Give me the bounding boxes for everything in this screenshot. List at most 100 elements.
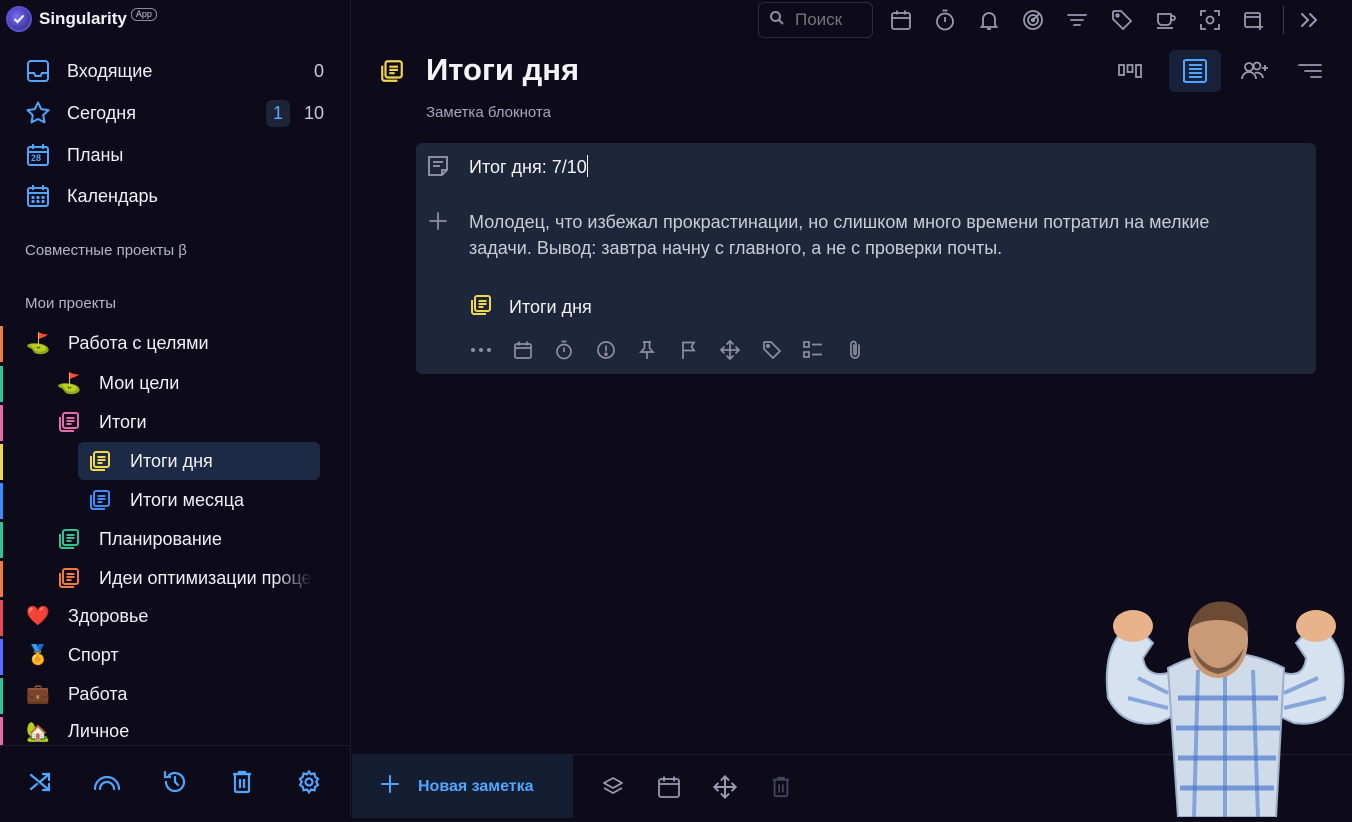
rainbow-icon[interactable] <box>91 766 123 798</box>
sort-lines-icon[interactable] <box>1284 50 1336 92</box>
toolbar-separator <box>1283 6 1284 34</box>
project-color-stripe <box>0 444 3 480</box>
tag-icon[interactable] <box>1106 4 1138 36</box>
calendar-icon[interactable] <box>511 338 535 362</box>
nav-calendar[interactable]: Календарь <box>24 181 330 211</box>
inbox-icon <box>24 57 52 85</box>
project-label: Работа <box>68 683 128 704</box>
project-label: Спорт <box>68 644 119 665</box>
project-work[interactable]: 💼 Работа <box>26 678 326 710</box>
more-dots-icon[interactable] <box>469 338 493 362</box>
project-sport[interactable]: 🏅 Спорт <box>26 639 326 671</box>
pin-icon[interactable] <box>635 338 659 362</box>
project-results[interactable]: Итоги <box>57 406 327 438</box>
project-color-stripe <box>0 678 3 714</box>
nav-inbox[interactable]: Входящие 0 <box>24 56 330 86</box>
project-daily-results[interactable]: Итоги дня <box>78 442 320 480</box>
golf-flag-icon: ⛳ <box>57 372 82 395</box>
project-label: Итоги месяца <box>130 489 245 510</box>
note-card[interactable]: Итог дня: 7/10 Молодец, что избежал прок… <box>416 143 1316 374</box>
project-color-stripe <box>0 717 3 745</box>
notebook-icon <box>88 449 112 473</box>
shared-projects-title[interactable]: Совместные проекты β <box>25 242 187 259</box>
project-goals-work[interactable]: ⛳ Работа с целями <box>26 327 326 359</box>
my-projects-title[interactable]: Мои проекты <box>25 295 116 312</box>
tag-icon[interactable] <box>760 338 784 362</box>
filter-icon[interactable] <box>1061 4 1093 36</box>
add-people-icon[interactable] <box>1229 50 1281 92</box>
nav-today-label: Сегодня <box>67 102 136 123</box>
new-note-label: Новая заметка <box>418 777 534 795</box>
focus-scan-icon[interactable] <box>1194 4 1226 36</box>
medal-icon: 🏅 <box>26 645 50 666</box>
radar-icon[interactable] <box>1017 4 1049 36</box>
project-color-stripe <box>0 483 3 519</box>
kanban-view-icon[interactable] <box>1104 50 1156 92</box>
project-optimization-ideas[interactable]: Идеи оптимизации процессов <box>57 562 313 594</box>
calendar-icon[interactable] <box>654 772 684 802</box>
app-badge: App <box>130 7 157 21</box>
note-body[interactable]: Молодец, что избежал прокрастинации, но … <box>469 209 1269 261</box>
app-brand[interactable]: Singularity App <box>6 5 157 33</box>
paperclip-icon[interactable] <box>843 338 867 362</box>
project-health[interactable]: ❤️ Здоровье <box>26 600 326 632</box>
notebook-icon <box>88 488 112 512</box>
note-type-icon <box>426 153 450 179</box>
search-field[interactable] <box>758 2 873 38</box>
star-icon <box>24 99 52 127</box>
project-label: Личное <box>68 721 130 741</box>
nav-inbox-label: Входящие <box>67 60 153 81</box>
note-parent-link[interactable]: Итоги дня <box>469 293 592 322</box>
sidebar-footer <box>0 745 351 817</box>
note-title: Итог дня: 7/10 <box>469 157 587 177</box>
trash-icon[interactable] <box>226 766 258 798</box>
project-color-stripe <box>0 326 3 362</box>
nav-plans[interactable]: 28 Планы <box>24 140 330 170</box>
project-label: Итоги <box>99 411 147 432</box>
project-monthly-results[interactable]: Итоги месяца <box>88 484 328 516</box>
project-label: Планирование <box>99 528 222 549</box>
project-my-goals[interactable]: ⛳ Мои цели <box>57 367 327 399</box>
project-color-stripe <box>0 522 3 558</box>
briefcase-icon: 💼 <box>26 684 50 705</box>
timer-icon[interactable] <box>929 4 961 36</box>
coffee-cup-icon[interactable] <box>1150 4 1182 36</box>
mascot-illustration <box>1098 598 1352 822</box>
settings-gear-icon[interactable] <box>293 766 325 798</box>
project-label: Здоровье <box>68 605 149 626</box>
history-icon[interactable] <box>159 766 191 798</box>
nav-today[interactable]: Сегодня 1 10 <box>24 98 330 128</box>
app-name: Singularity <box>39 9 127 28</box>
bell-icon[interactable] <box>973 4 1005 36</box>
calendar-filter-icon[interactable] <box>885 4 917 36</box>
golf-flag-icon: ⛳ <box>26 332 51 355</box>
timer-icon[interactable] <box>552 338 576 362</box>
move-arrows-icon[interactable] <box>718 338 742 362</box>
page-title[interactable]: Итоги дня <box>426 52 579 88</box>
add-calendar-icon[interactable] <box>1238 4 1270 36</box>
project-personal[interactable]: 🏡 Личное <box>26 718 326 745</box>
checklist-icon[interactable] <box>801 338 825 362</box>
double-chevron-right-icon[interactable] <box>1293 4 1325 36</box>
project-label: Итоги дня <box>130 450 213 471</box>
add-block-icon[interactable] <box>428 211 448 236</box>
notebook-icon <box>57 566 81 590</box>
trash-icon[interactable] <box>766 772 796 802</box>
project-planning[interactable]: Планирование <box>57 523 327 555</box>
layers-icon[interactable] <box>598 772 628 802</box>
list-view-icon[interactable] <box>1169 50 1221 92</box>
shuffle-icon[interactable] <box>24 766 56 798</box>
flag-icon[interactable] <box>677 338 701 362</box>
project-color-stripe <box>0 405 3 441</box>
notebook-icon <box>469 293 493 322</box>
new-note-button[interactable]: Новая заметка <box>352 755 573 818</box>
calendar-day-icon: 28 <box>24 141 52 169</box>
search-input[interactable] <box>793 9 873 31</box>
note-title-field[interactable]: Итог дня: 7/10 <box>469 155 588 178</box>
move-arrows-icon[interactable] <box>710 772 740 802</box>
calendar-day-number: 28 <box>31 153 42 163</box>
calendar-icon <box>24 182 52 210</box>
page-subtitle: Заметка блокнота <box>426 104 551 121</box>
project-label: Идеи оптимизации процессов <box>99 567 313 588</box>
priority-icon[interactable] <box>594 338 618 362</box>
